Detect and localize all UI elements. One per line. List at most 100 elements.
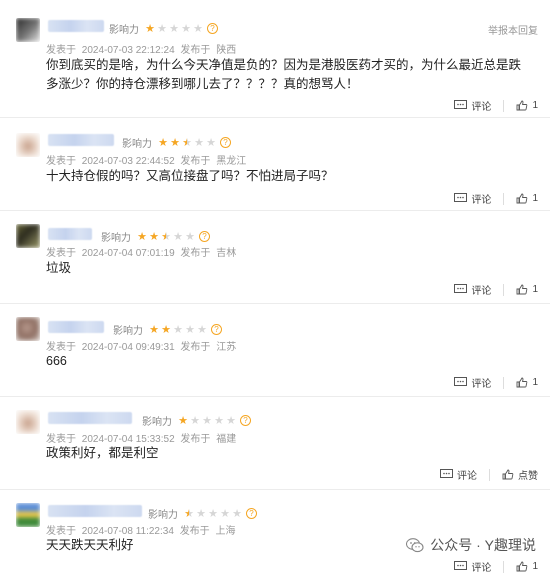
location-label: 发布于 <box>180 248 211 259</box>
star-empty-icon: ★ <box>185 323 195 336</box>
star-empty-icon: ★ <box>220 507 230 520</box>
influence-label: 影响力 <box>109 25 139 36</box>
like-button[interactable]: 1 <box>516 284 538 295</box>
help-icon[interactable]: ? <box>199 231 210 242</box>
comment-time: 2024-07-03 22:12:24 <box>81 45 175 56</box>
published-label: 发表于 <box>46 45 76 56</box>
comment-item: 影响力 ★ ★ ★ ★ ★ ? 发表于 2024-07-08 11:22:34 发布于 … <box>0 490 550 575</box>
star-full-icon: ★ <box>149 230 159 243</box>
comment-icon <box>454 100 468 109</box>
reply-label: 评论 <box>471 379 492 390</box>
avatar[interactable] <box>16 503 40 527</box>
like-count: 1 <box>532 561 538 572</box>
influence-label: 影响力 <box>148 510 178 521</box>
reply-label: 评论 <box>471 102 492 113</box>
reply-button[interactable]: 评论 <box>454 375 505 390</box>
comment-time: 2024-07-04 07:01:19 <box>81 248 175 259</box>
star-empty-icon: ★ <box>202 414 212 427</box>
reply-button[interactable]: 评论 <box>454 282 505 297</box>
influence-rating: 影响力 ★ ★ ★ ★ ★ ? <box>101 229 210 244</box>
comment-icon <box>454 193 468 202</box>
help-icon[interactable]: ? <box>211 324 222 335</box>
star-full-icon: ★ <box>158 136 168 149</box>
help-icon[interactable]: ? <box>220 137 231 148</box>
comment-item: 影响力 ★ ★ ★ ★ ★ ? 举报本回复 发表于 2024-07-03 22:12:2… <box>0 0 550 118</box>
thumbs-up-icon <box>502 469 514 480</box>
location-label: 发布于 <box>180 156 211 167</box>
influence-label: 影响力 <box>101 233 131 244</box>
star-rating: ★ ★ ★ ★ ★ <box>144 23 204 35</box>
reply-button[interactable]: 评论 <box>454 191 505 206</box>
star-rating: ★ ★ ★ ★ ★ <box>148 324 208 336</box>
help-icon[interactable]: ? <box>246 508 257 519</box>
like-button[interactable]: 1 <box>516 193 538 204</box>
comment-meta: 发表于 2024-07-04 09:49:31 发布于 江苏 <box>46 338 239 353</box>
star-rating: ★ ★ ★ ★ ★ <box>157 137 217 149</box>
comment-actions: 评论 1 <box>442 559 538 574</box>
username[interactable] <box>48 505 142 517</box>
reply-button[interactable]: 评论 <box>454 98 505 113</box>
reply-button[interactable]: 评论 <box>440 467 490 482</box>
like-button[interactable]: 1 <box>516 100 538 111</box>
reply-label: 评论 <box>471 195 492 206</box>
published-label: 发表于 <box>46 156 76 167</box>
comment-time: 2024-07-03 22:44:52 <box>81 156 175 167</box>
comment-item: 影响力 ★ ★ ★ ★ ★ ? 发表于 2024-07-03 22:44:52 发布于 … <box>0 118 550 211</box>
star-full-icon: ★ <box>170 136 180 149</box>
comment-actions: 评论 点赞 <box>428 467 538 482</box>
thumbs-up-icon <box>516 284 528 295</box>
star-empty-icon: ★ <box>194 136 204 149</box>
username[interactable] <box>48 228 92 240</box>
star-full-icon: ★ <box>178 414 188 427</box>
avatar[interactable] <box>16 317 40 341</box>
comment-meta: 发表于 2024-07-03 22:44:52 发布于 黑龙江 <box>46 152 249 167</box>
star-empty-icon: ★ <box>226 414 236 427</box>
star-empty-icon: ★ <box>181 22 191 35</box>
watermark-text: 公众号 · Y趣理说 <box>430 537 536 553</box>
username[interactable] <box>48 134 114 146</box>
star-empty-icon: ★ <box>206 136 216 149</box>
star-full-icon: ★ <box>145 22 155 35</box>
star-empty-icon: ★ <box>196 507 206 520</box>
like-button[interactable]: 点赞 <box>502 467 538 482</box>
star-empty-icon: ★ <box>197 323 207 336</box>
avatar[interactable] <box>16 410 40 434</box>
comment-text: 你到底买的是啥，为什么今天净值是负的？因为是港股医药才买的，为什么最近总是跌多涨… <box>46 58 522 91</box>
username[interactable] <box>48 412 132 424</box>
watermark: 公众号 · Y趣理说 <box>406 535 536 555</box>
star-empty-icon: ★ <box>190 414 200 427</box>
comment-icon <box>454 284 468 293</box>
comment-location: 陕西 <box>216 45 237 56</box>
influence-rating: 影响力 ★ ★ ★ ★ ★ ? <box>109 21 218 36</box>
star-rating: ★ ★ ★ ★ ★ <box>136 231 196 243</box>
star-full-icon: ★ <box>149 323 159 336</box>
influence-rating: 影响力 ★ ★ ★ ★ ★ ? <box>122 135 231 150</box>
avatar[interactable] <box>16 224 40 248</box>
avatar[interactable] <box>16 18 40 42</box>
like-count: 1 <box>532 377 538 388</box>
comment-meta: 发表于 2024-07-04 07:01:19 发布于 吉林 <box>46 244 239 259</box>
location-label: 发布于 <box>180 45 211 56</box>
comment-item: 影响力 ★ ★ ★ ★ ★ ? 发表于 2024-07-04 09:49:31 发布于 … <box>0 304 550 397</box>
comment-text: 政策利好，都是利空 <box>46 446 159 460</box>
star-half-icon: ★ <box>161 230 171 243</box>
like-button[interactable]: 1 <box>516 377 538 388</box>
star-empty-icon: ★ <box>157 22 167 35</box>
like-button[interactable]: 1 <box>516 561 538 572</box>
like-count: 点赞 <box>518 471 538 482</box>
star-full-icon: ★ <box>137 230 147 243</box>
avatar[interactable] <box>16 133 40 157</box>
reply-button[interactable]: 评论 <box>454 559 505 574</box>
star-empty-icon: ★ <box>185 230 195 243</box>
comment-text: 垃圾 <box>46 261 72 275</box>
help-icon[interactable]: ? <box>207 23 218 34</box>
report-link[interactable]: 举报本回复 <box>488 22 538 37</box>
help-icon[interactable]: ? <box>240 415 251 426</box>
influence-label: 影响力 <box>142 417 172 428</box>
username[interactable] <box>48 20 104 32</box>
comment-actions: 评论 1 <box>442 375 538 390</box>
star-half-icon: ★ <box>184 507 194 520</box>
username[interactable] <box>48 321 104 333</box>
comment-actions: 评论 1 <box>442 282 538 297</box>
like-count: 1 <box>532 100 538 111</box>
